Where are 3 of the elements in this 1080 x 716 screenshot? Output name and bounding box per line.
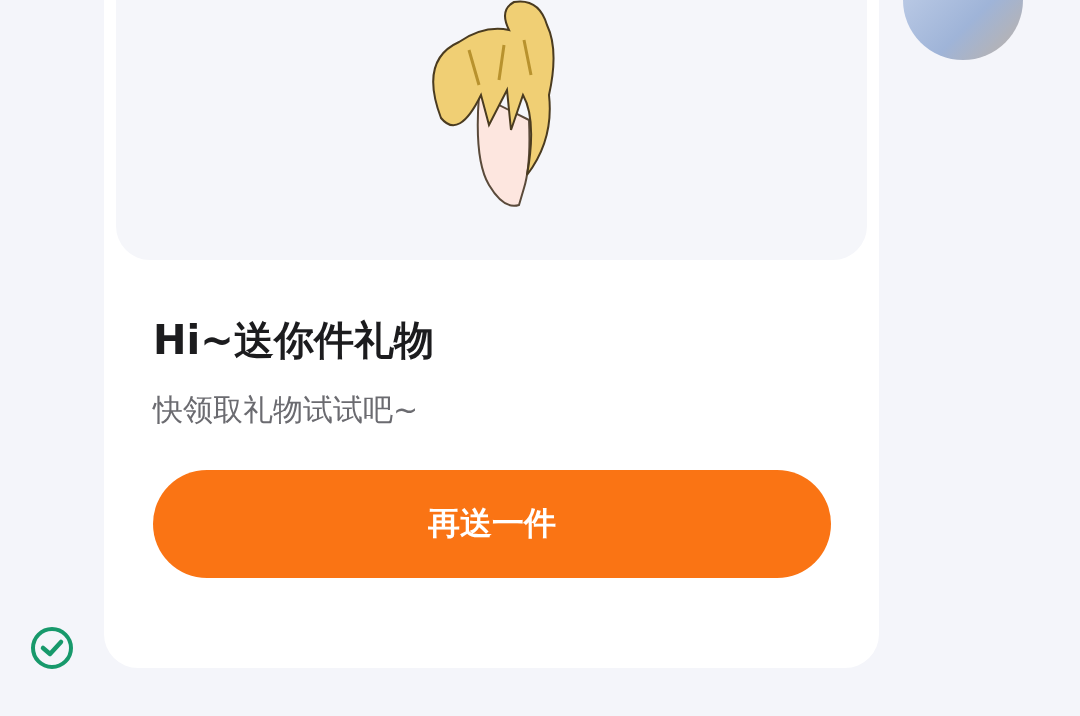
card-subtitle: 快领取礼物试试吧~ xyxy=(153,391,420,429)
send-again-button[interactable]: 再送一件 xyxy=(153,470,832,578)
card-title: Hi~送你件礼物 xyxy=(153,316,435,365)
